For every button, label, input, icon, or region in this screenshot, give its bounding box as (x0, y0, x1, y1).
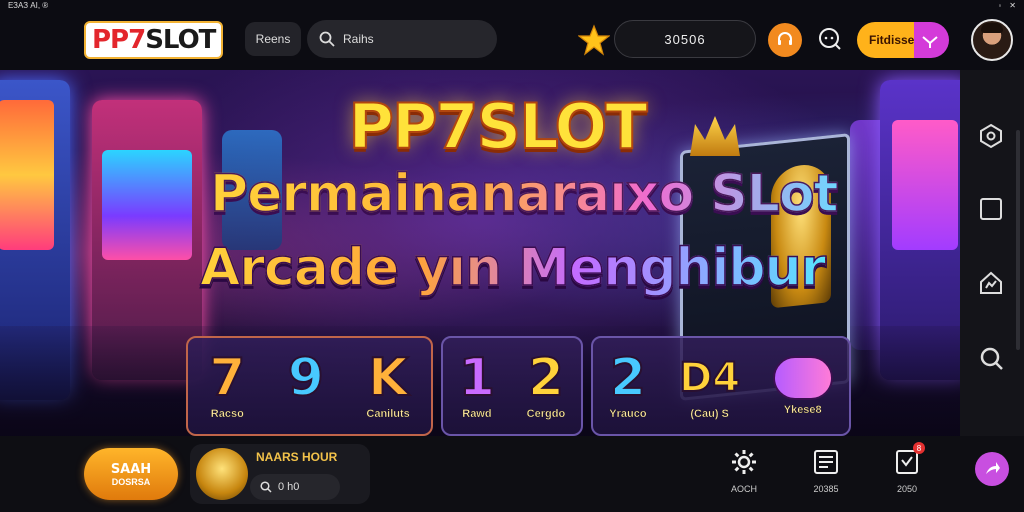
avatar-hair (981, 23, 1003, 33)
chat-button[interactable] (813, 23, 845, 55)
tab-news-label: 20385 (813, 484, 839, 494)
banner-subtitle-1: Permainanaraıxo SLot (209, 163, 839, 225)
headset-icon (778, 32, 792, 45)
spin-label: SAAH (110, 461, 152, 477)
balance-display: 30506 (614, 20, 756, 58)
search-icon (319, 31, 335, 47)
symbol-tile-2[interactable]: 1 Rawd 2 Cergdo (441, 336, 583, 436)
symbol-glyph: K (367, 348, 409, 408)
tab-settings-icon-wrap (728, 446, 760, 478)
symbol-glyph: D4 (678, 354, 741, 402)
logo-pp: PP7 (92, 25, 146, 55)
symbol-glyph: 2 (527, 348, 565, 408)
symbol-item: K Caniluts (366, 348, 410, 420)
site-logo[interactable]: PP7 SLOT (84, 21, 224, 59)
symbol-item: 9 (287, 348, 325, 408)
game-title: NAARS HOUR (256, 450, 338, 464)
promo-button[interactable]: Fitdisse (857, 22, 949, 58)
tab-documents-icon-wrap: 8 (891, 442, 925, 478)
top-header: PP7SLOT Reens 30506 Fitdisse (0, 12, 1024, 68)
tab-settings[interactable]: AOCH (714, 446, 774, 494)
game-search[interactable]: 0 h0 (250, 474, 340, 500)
promo-label: Fitdisse (869, 33, 915, 47)
chat-icon (819, 28, 841, 50)
symbol-item: D4 (Cau) S (678, 352, 741, 420)
app-root: ЕЗАЗ АІ, ® ◦ ✕ PP7SLOT Reens 30506 Fitdi… (0, 0, 1024, 512)
arcade-screen (102, 150, 192, 260)
symbol-glyph: 1 (458, 348, 496, 408)
symbol-glyph: 2 (609, 348, 647, 408)
symbol-label: Ykese8 (783, 404, 822, 416)
share-icon (986, 462, 1000, 474)
star-icon[interactable] (578, 24, 610, 56)
window-close-icon[interactable]: ✕ (1009, 1, 1016, 10)
gift-icon (922, 36, 938, 48)
symbol-label: Racso (210, 408, 244, 420)
bottom-bar: SAAH DOSRSA NAARS HOUR 0 h0 AOCH 20385 8… (0, 436, 1024, 512)
status-bar: ЕЗАЗ АІ, ® ◦ ✕ (0, 0, 1024, 10)
rail-search-button[interactable] (977, 344, 1005, 372)
symbol-item: Ykese8 (772, 352, 833, 416)
rail-refresh-button[interactable] (977, 122, 1005, 150)
rail-home-button[interactable] (977, 269, 1005, 297)
settings-icon (732, 450, 756, 474)
tab-documents[interactable]: 8 2050 (877, 442, 937, 494)
symbol-tile-1[interactable]: 7 Racso 9 K Caniluts (186, 336, 433, 436)
rail-square-button[interactable] (977, 195, 1005, 223)
home-icon (980, 271, 1002, 294)
signal-icon: ◦ (998, 0, 1002, 10)
symbol-tile-3[interactable]: 2 Yrauco D4 (Cau) S Ykese8 (591, 336, 851, 436)
recent-game-card[interactable]: NAARS HOUR 0 h0 (190, 444, 370, 504)
share-button[interactable] (975, 452, 1009, 486)
banner-subtitle-2: Arcade yın Menghibur (199, 237, 827, 299)
symbol-glyph: 7 (208, 348, 246, 408)
search-icon (260, 481, 272, 493)
symbol-label: Rawd (462, 408, 492, 420)
support-button[interactable] (768, 23, 802, 57)
cauldron-icon (772, 356, 833, 400)
tab-news[interactable]: 20385 (796, 446, 856, 494)
banner-title: PP7SLOT (348, 89, 649, 164)
nav-chip[interactable]: Reens (245, 22, 301, 56)
square-icon (980, 198, 1002, 220)
symbol-item: 2 Cergdo (526, 348, 566, 420)
game-sub-label: 0 h0 (278, 481, 300, 493)
notification-badge: 8 (913, 442, 925, 454)
logo-slot: SLOT (145, 25, 216, 55)
refresh-icon (980, 123, 1002, 149)
symbol-glyph: 9 (287, 348, 325, 408)
status-right: ◦ ✕ (998, 1, 1016, 10)
symbol-item: 1 Rawd (458, 348, 496, 420)
symbol-label: Yrauco (609, 408, 647, 420)
status-text: ЕЗАЗ АІ, ® (8, 0, 49, 10)
search-box[interactable] (307, 20, 497, 58)
search-icon (980, 347, 1003, 370)
spin-sublabel: DOSRSA (111, 476, 151, 487)
hero-banner[interactable]: PP7SLOT Permainanaraıxo SLot Arcade yın … (0, 70, 960, 436)
symbol-item: 2 Yrauco (609, 348, 647, 420)
news-icon (814, 450, 838, 474)
rail-scrollbar[interactable] (1016, 130, 1020, 350)
tab-documents-label: 2050 (896, 484, 918, 494)
symbol-item: 7 Racso (208, 348, 246, 420)
tab-settings-label: AOCH (730, 484, 757, 494)
game-thumbnail (196, 448, 248, 500)
user-avatar[interactable] (971, 19, 1013, 61)
symbol-label: (Cau) S (690, 408, 729, 420)
tab-news-icon-wrap (810, 446, 842, 478)
spin-button[interactable]: SAAH DOSRSA (84, 448, 178, 500)
symbol-label: Cergdo (526, 408, 566, 420)
search-input[interactable] (343, 32, 483, 46)
right-rail (960, 70, 1024, 436)
symbol-label: Caniluts (366, 408, 410, 420)
